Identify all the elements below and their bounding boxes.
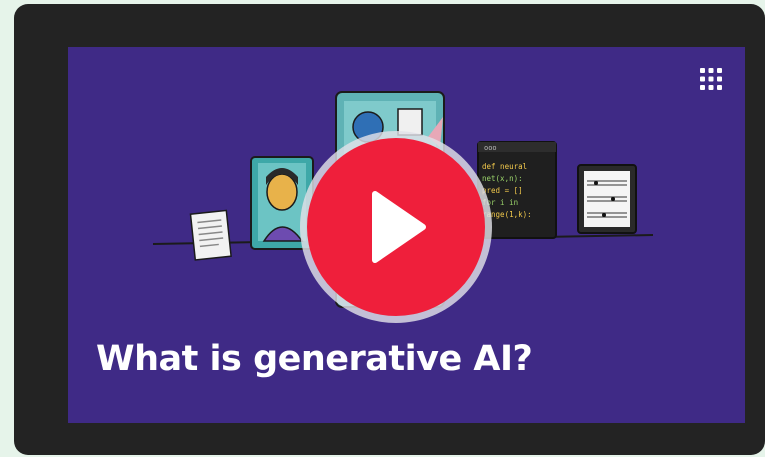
paper-document-illustration <box>189 209 232 261</box>
video-player[interactable]: ooo def neural net(x,n): pred = [] for i… <box>68 47 745 423</box>
code-line-2: net(x,n): <box>482 174 523 183</box>
play-button[interactable] <box>300 131 492 323</box>
dot-grid-logo-icon <box>700 68 722 90</box>
code-window-dots: ooo <box>484 144 497 152</box>
video-title: What is generative AI? <box>96 339 533 379</box>
play-button-core <box>307 138 485 316</box>
code-line-3: pred = [] <box>482 186 523 195</box>
code-line-1: def neural <box>482 162 527 171</box>
video-embed-frame: ooo def neural net(x,n): pred = [] for i… <box>14 4 765 455</box>
play-icon <box>372 191 426 263</box>
sheet-music-tablet-illustration <box>577 164 637 234</box>
